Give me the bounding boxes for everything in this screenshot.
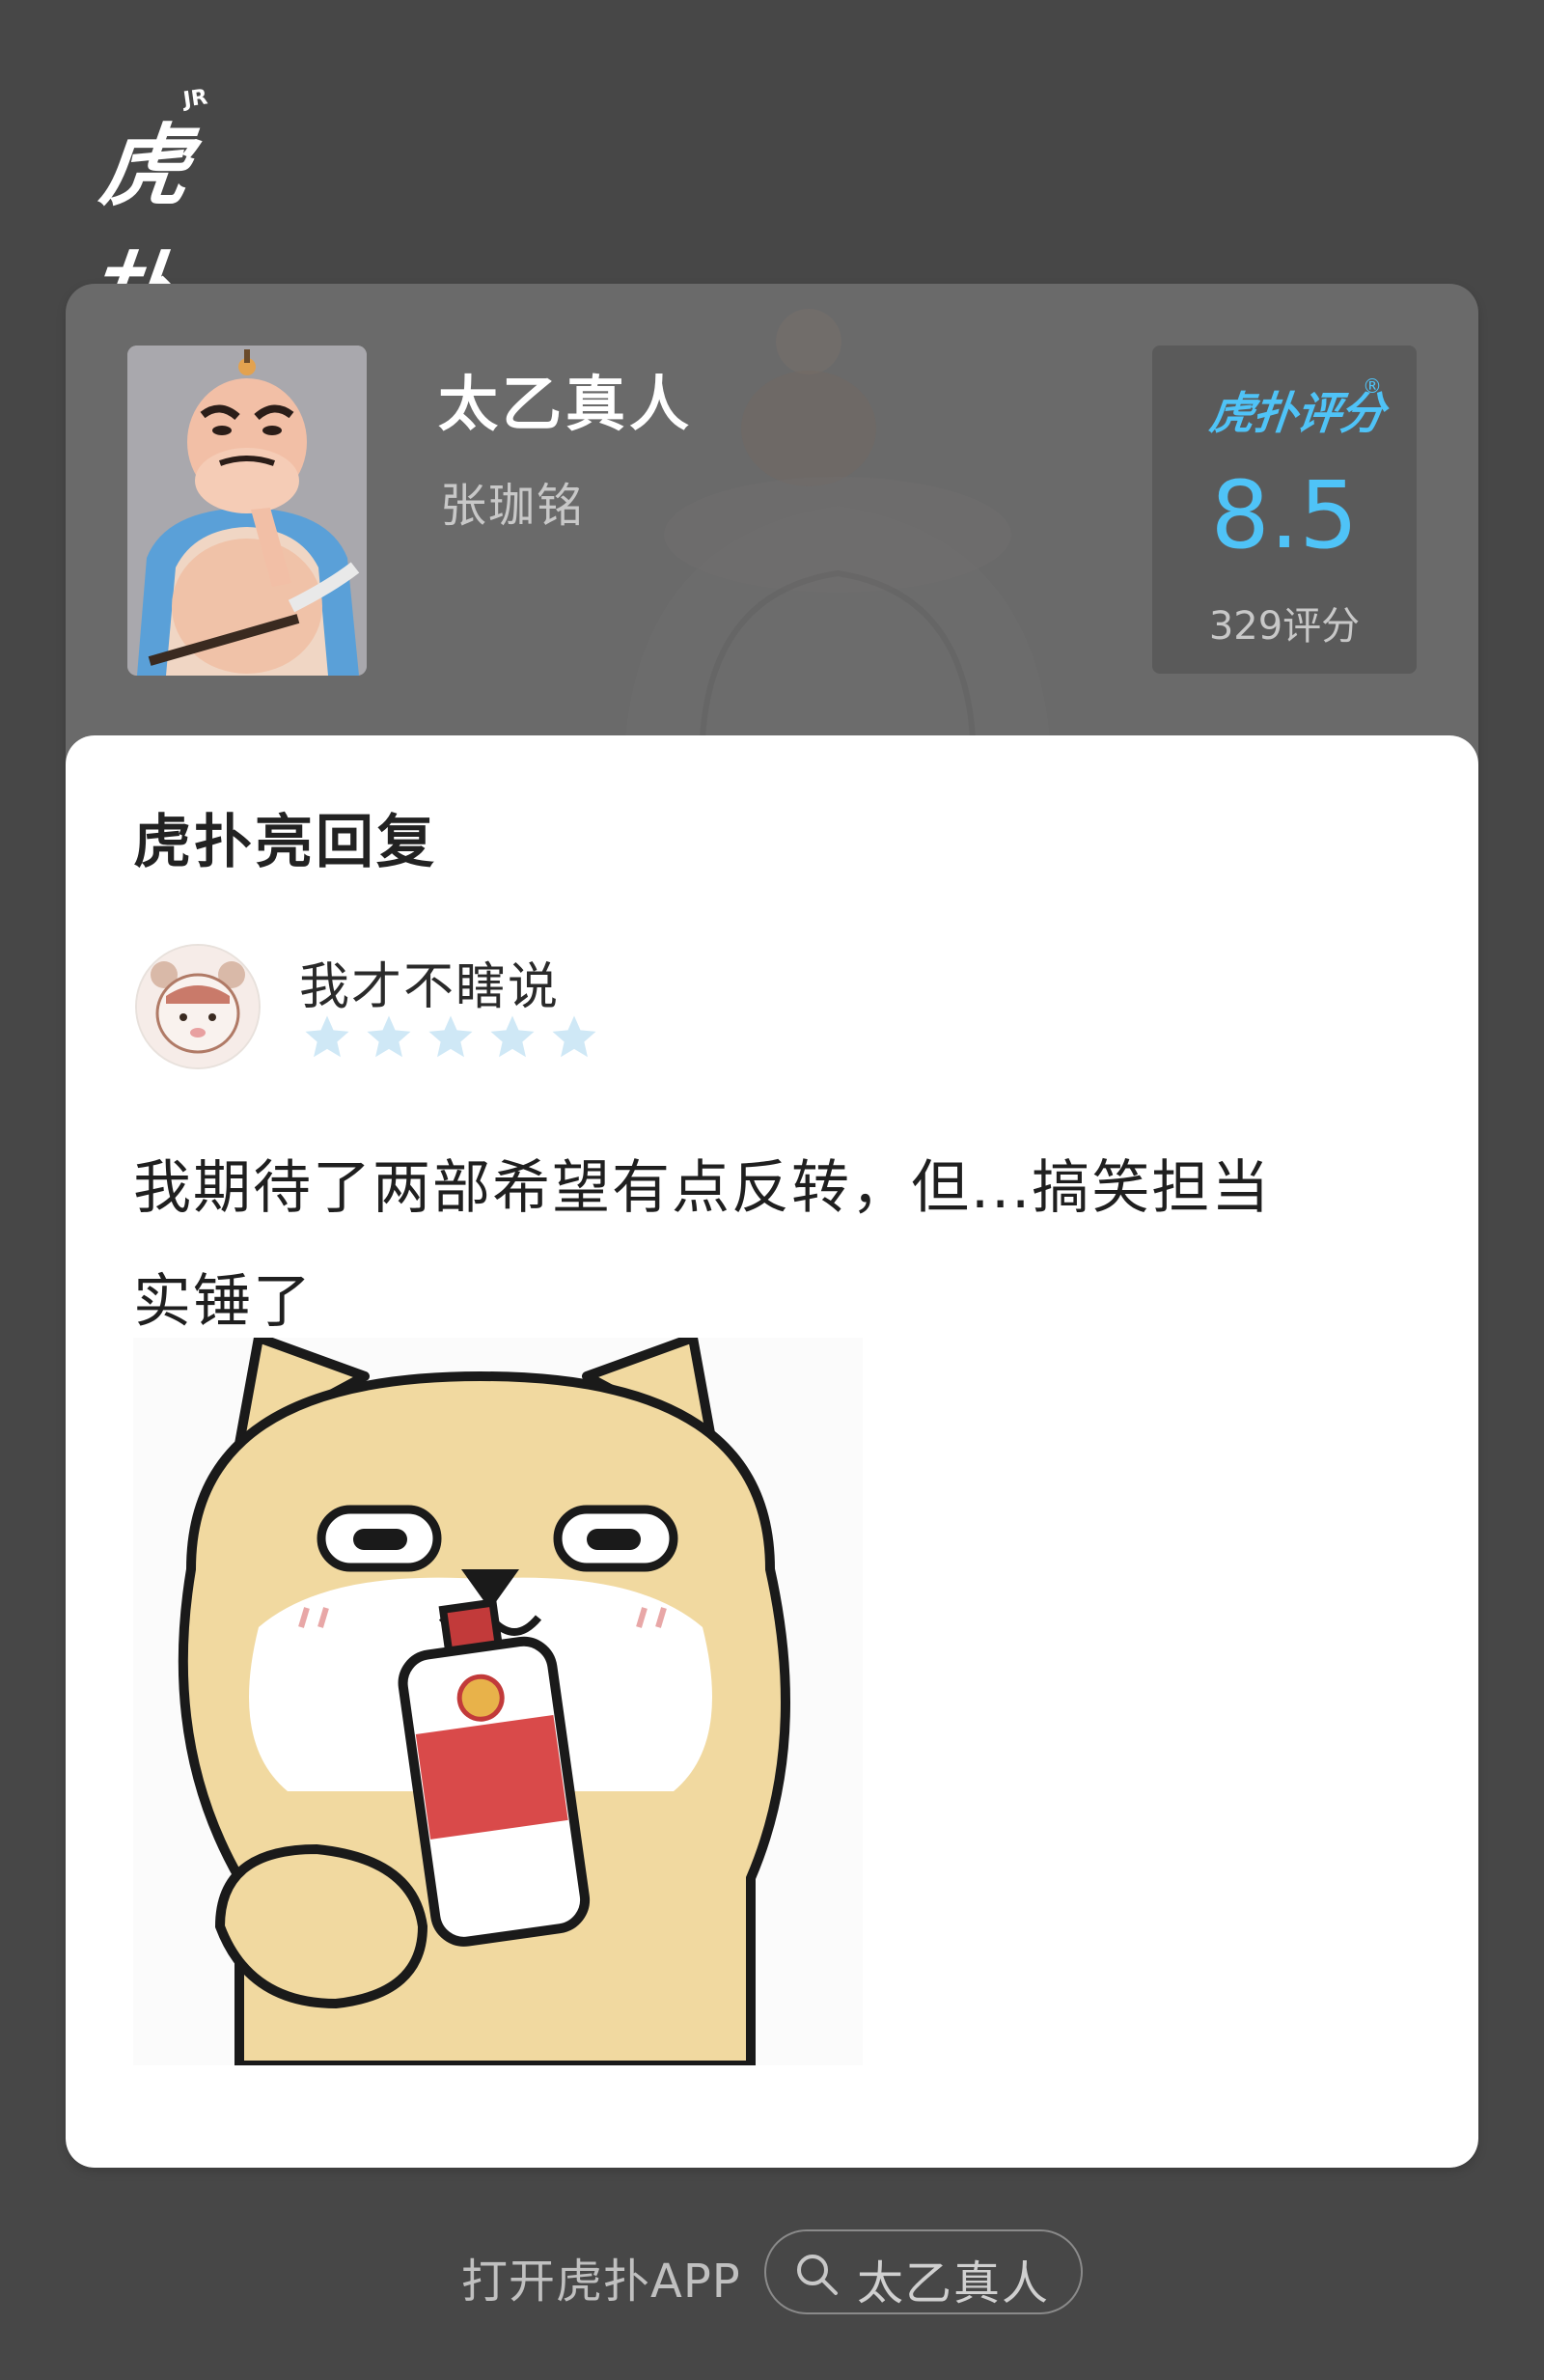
open-app-link[interactable]: 打开虎扑APP — [461, 2243, 741, 2311]
top-reply-card: 虎扑亮回复 我才不瞎说 我期待了两部希望有点反转，但...搞笑担当 实锤了 — [66, 735, 1478, 2168]
avatar[interactable] — [135, 944, 261, 1069]
movie-cast: 张珈铭 — [440, 479, 586, 533]
avatar-image — [137, 946, 259, 1067]
character-poster — [127, 346, 367, 676]
meme-image[interactable] — [133, 1333, 863, 2070]
star-icon — [428, 1015, 473, 1058]
logo-badge: JR — [181, 85, 209, 113]
footer-bar: 打开虎扑APP 太乙真人 — [0, 2229, 1544, 2316]
movie-title: 太乙真人 — [438, 369, 694, 439]
shiba-meme-illustration — [133, 1333, 863, 2070]
user-rating-stars — [301, 1011, 600, 1064]
hupu-score-logo: 虎扑评分 — [1206, 387, 1387, 439]
comment-text: 我期待了两部希望有点反转，但...搞笑担当 实锤了 — [133, 1131, 1426, 1359]
star-icon — [490, 1015, 535, 1058]
hupu-score-box: 虎扑评分 ® 8.5 329评分 — [1152, 346, 1417, 674]
user-name[interactable]: 我才不瞎说 — [299, 946, 560, 1018]
search-icon — [797, 2255, 838, 2295]
star-icon — [305, 1015, 349, 1058]
hupu-logo: 虎扑 JR — [82, 85, 230, 346]
taiyi-character-image — [127, 346, 367, 676]
rating-share-card: 太乙真人 张珈铭 虎扑评分 ® 8.5 329评分 虎扑亮回复 我才不瞎说 我期… — [66, 284, 1478, 2168]
comment-line-1: 我期待了两部希望有点反转，但...搞笑担当 — [133, 1154, 1272, 1222]
star-icon — [367, 1015, 411, 1058]
section-title: 虎扑亮回复 — [133, 809, 437, 876]
search-keyword: 太乙真人 — [857, 2256, 1051, 2311]
registered-mark: ® — [1363, 374, 1382, 398]
header-background-art — [625, 309, 1050, 737]
score-count: 329评分 — [1208, 604, 1361, 649]
score-value: 8.5 — [1210, 461, 1359, 569]
star-icon — [552, 1015, 596, 1058]
search-pill[interactable]: 太乙真人 — [764, 2229, 1083, 2314]
